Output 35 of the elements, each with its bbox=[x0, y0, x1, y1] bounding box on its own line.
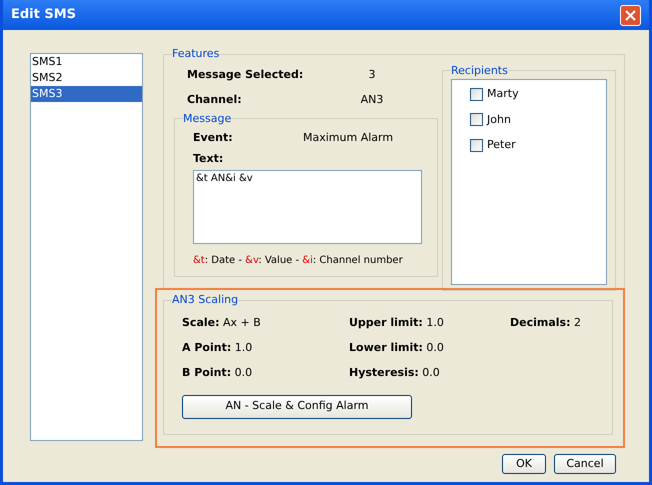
checkbox[interactable] bbox=[470, 88, 483, 101]
field-label: Message Selected: bbox=[187, 66, 304, 83]
group-title: Recipients bbox=[451, 62, 508, 78]
message-text-field[interactable]: &t AN&i &v bbox=[193, 170, 422, 244]
checkbox[interactable] bbox=[470, 113, 483, 126]
event-value: Maximum Alarm bbox=[303, 130, 394, 146]
list-item[interactable]: SMS1 bbox=[31, 54, 142, 70]
checkbox[interactable] bbox=[470, 138, 483, 152]
list-item[interactable]: SMS2 bbox=[31, 70, 142, 86]
event-label: Event: bbox=[193, 130, 234, 146]
text-label: Text: bbox=[192, 151, 224, 167]
scaling-field: Decimals: 2 bbox=[510, 314, 581, 330]
field-value: AN3 bbox=[360, 92, 384, 108]
recipient-label: John bbox=[487, 112, 511, 128]
close-button[interactable] bbox=[620, 4, 641, 26]
close-icon bbox=[625, 10, 636, 20]
placeholder-legend: &t: Date - &v: Value - &i: Channel number bbox=[183, 253, 429, 268]
field-label: Channel: bbox=[187, 92, 243, 108]
group-title: Message bbox=[183, 110, 232, 126]
dialog-button[interactable]: Cancel bbox=[554, 454, 616, 474]
group-title: AN3 Scaling bbox=[172, 292, 238, 308]
scaling-field: Hysteresis: 0.0 bbox=[349, 364, 510, 380]
window-title: Edit SMS bbox=[11, 6, 76, 24]
group-title: Features bbox=[172, 46, 220, 62]
scaling-field: Scale: Ax + B bbox=[182, 314, 349, 330]
scaling-field: A Point: 1.0 bbox=[182, 340, 349, 356]
scale-config-button[interactable]: AN - Scale & Config Alarm bbox=[182, 394, 412, 418]
scaling-field: Lower limit: 0.0 bbox=[349, 340, 510, 356]
scaling-field: Upper limit: 1.0 bbox=[349, 314, 510, 330]
recipient-label: Peter bbox=[487, 137, 516, 153]
scaling-field: B Point: 0.0 bbox=[182, 364, 349, 380]
recipient-label: Marty bbox=[487, 86, 519, 102]
field-value: 3 bbox=[368, 66, 376, 83]
dialog-button[interactable]: OK bbox=[502, 454, 546, 474]
list-item[interactable]: SMS3 bbox=[31, 86, 142, 102]
